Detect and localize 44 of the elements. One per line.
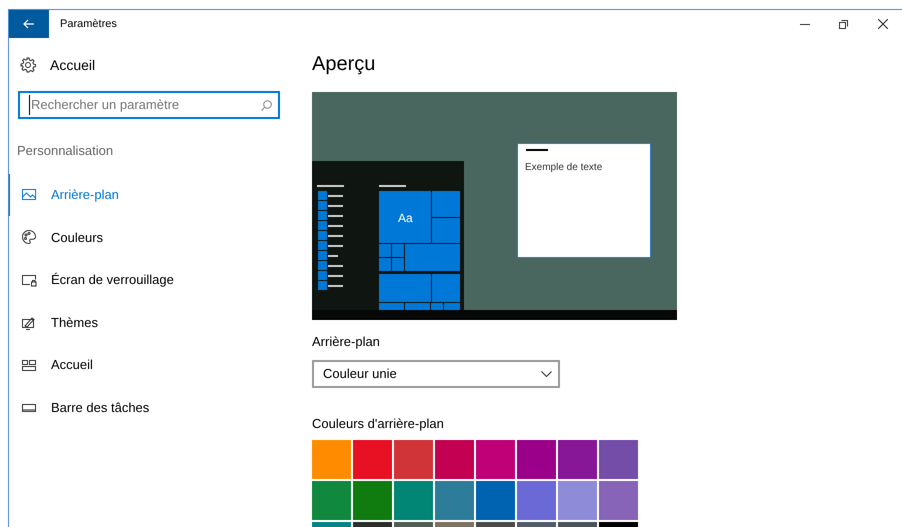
- monitor-pen-icon: [21, 314, 37, 331]
- search-icon: [261, 100, 272, 110]
- section-heading: Personnalisation: [17, 142, 114, 160]
- close-icon: [878, 19, 888, 29]
- settings-icon: [20, 57, 36, 73]
- color-swatch[interactable]: [476, 440, 515, 479]
- color-swatch[interactable]: [312, 440, 351, 479]
- palette-icon: [21, 229, 37, 246]
- nav-item[interactable]: Thèmes: [9, 301, 299, 344]
- color-swatch[interactable]: [353, 481, 392, 520]
- tiles-icon: [21, 357, 37, 374]
- page-title: Aperçu: [312, 52, 376, 76]
- tile-label: Aa: [398, 211, 413, 225]
- color-swatch[interactable]: [312, 481, 351, 520]
- color-swatch[interactable]: [558, 440, 597, 479]
- color-swatch[interactable]: [599, 481, 638, 520]
- restore-icon: [839, 20, 848, 28]
- search-field[interactable]: Rechercher un paramètre: [18, 91, 280, 119]
- nav-item[interactable]: Écran de verrouillage: [9, 258, 299, 302]
- color-swatch[interactable]: [353, 440, 392, 479]
- title-line: [526, 149, 548, 151]
- background-label: Arrière-plan: [312, 333, 381, 351]
- color-swatch[interactable]: [394, 481, 433, 520]
- back-button[interactable]: [9, 10, 49, 38]
- sample-text: Exemple de texte: [525, 162, 602, 174]
- color-swatch[interactable]: [394, 440, 433, 479]
- home-link[interactable]: Accueil: [20, 53, 299, 77]
- background-dropdown[interactable]: Couleur unie: [312, 360, 560, 388]
- color-swatch[interactable]: [476, 481, 515, 520]
- nav-item[interactable]: Accueil: [9, 344, 299, 386]
- color-swatch[interactable]: [599, 440, 638, 479]
- color-swatch[interactable]: [517, 481, 556, 520]
- colors-label: Couleurs d'arrière-plan: [312, 414, 445, 433]
- picture-icon: [21, 186, 37, 203]
- color-swatch[interactable]: [435, 481, 474, 520]
- color-swatch[interactable]: [558, 481, 597, 520]
- back-arrow-icon: [23, 19, 35, 29]
- window-title: Paramètres: [60, 16, 118, 32]
- nav-item[interactable]: Barre des tâches: [9, 386, 299, 430]
- color-swatch[interactable]: [435, 440, 474, 479]
- color-swatch[interactable]: [517, 440, 556, 479]
- nav-item[interactable]: Couleurs: [9, 216, 299, 259]
- nav-item[interactable]: Arrière-plan: [9, 174, 299, 216]
- chevron-down-icon: [541, 370, 552, 376]
